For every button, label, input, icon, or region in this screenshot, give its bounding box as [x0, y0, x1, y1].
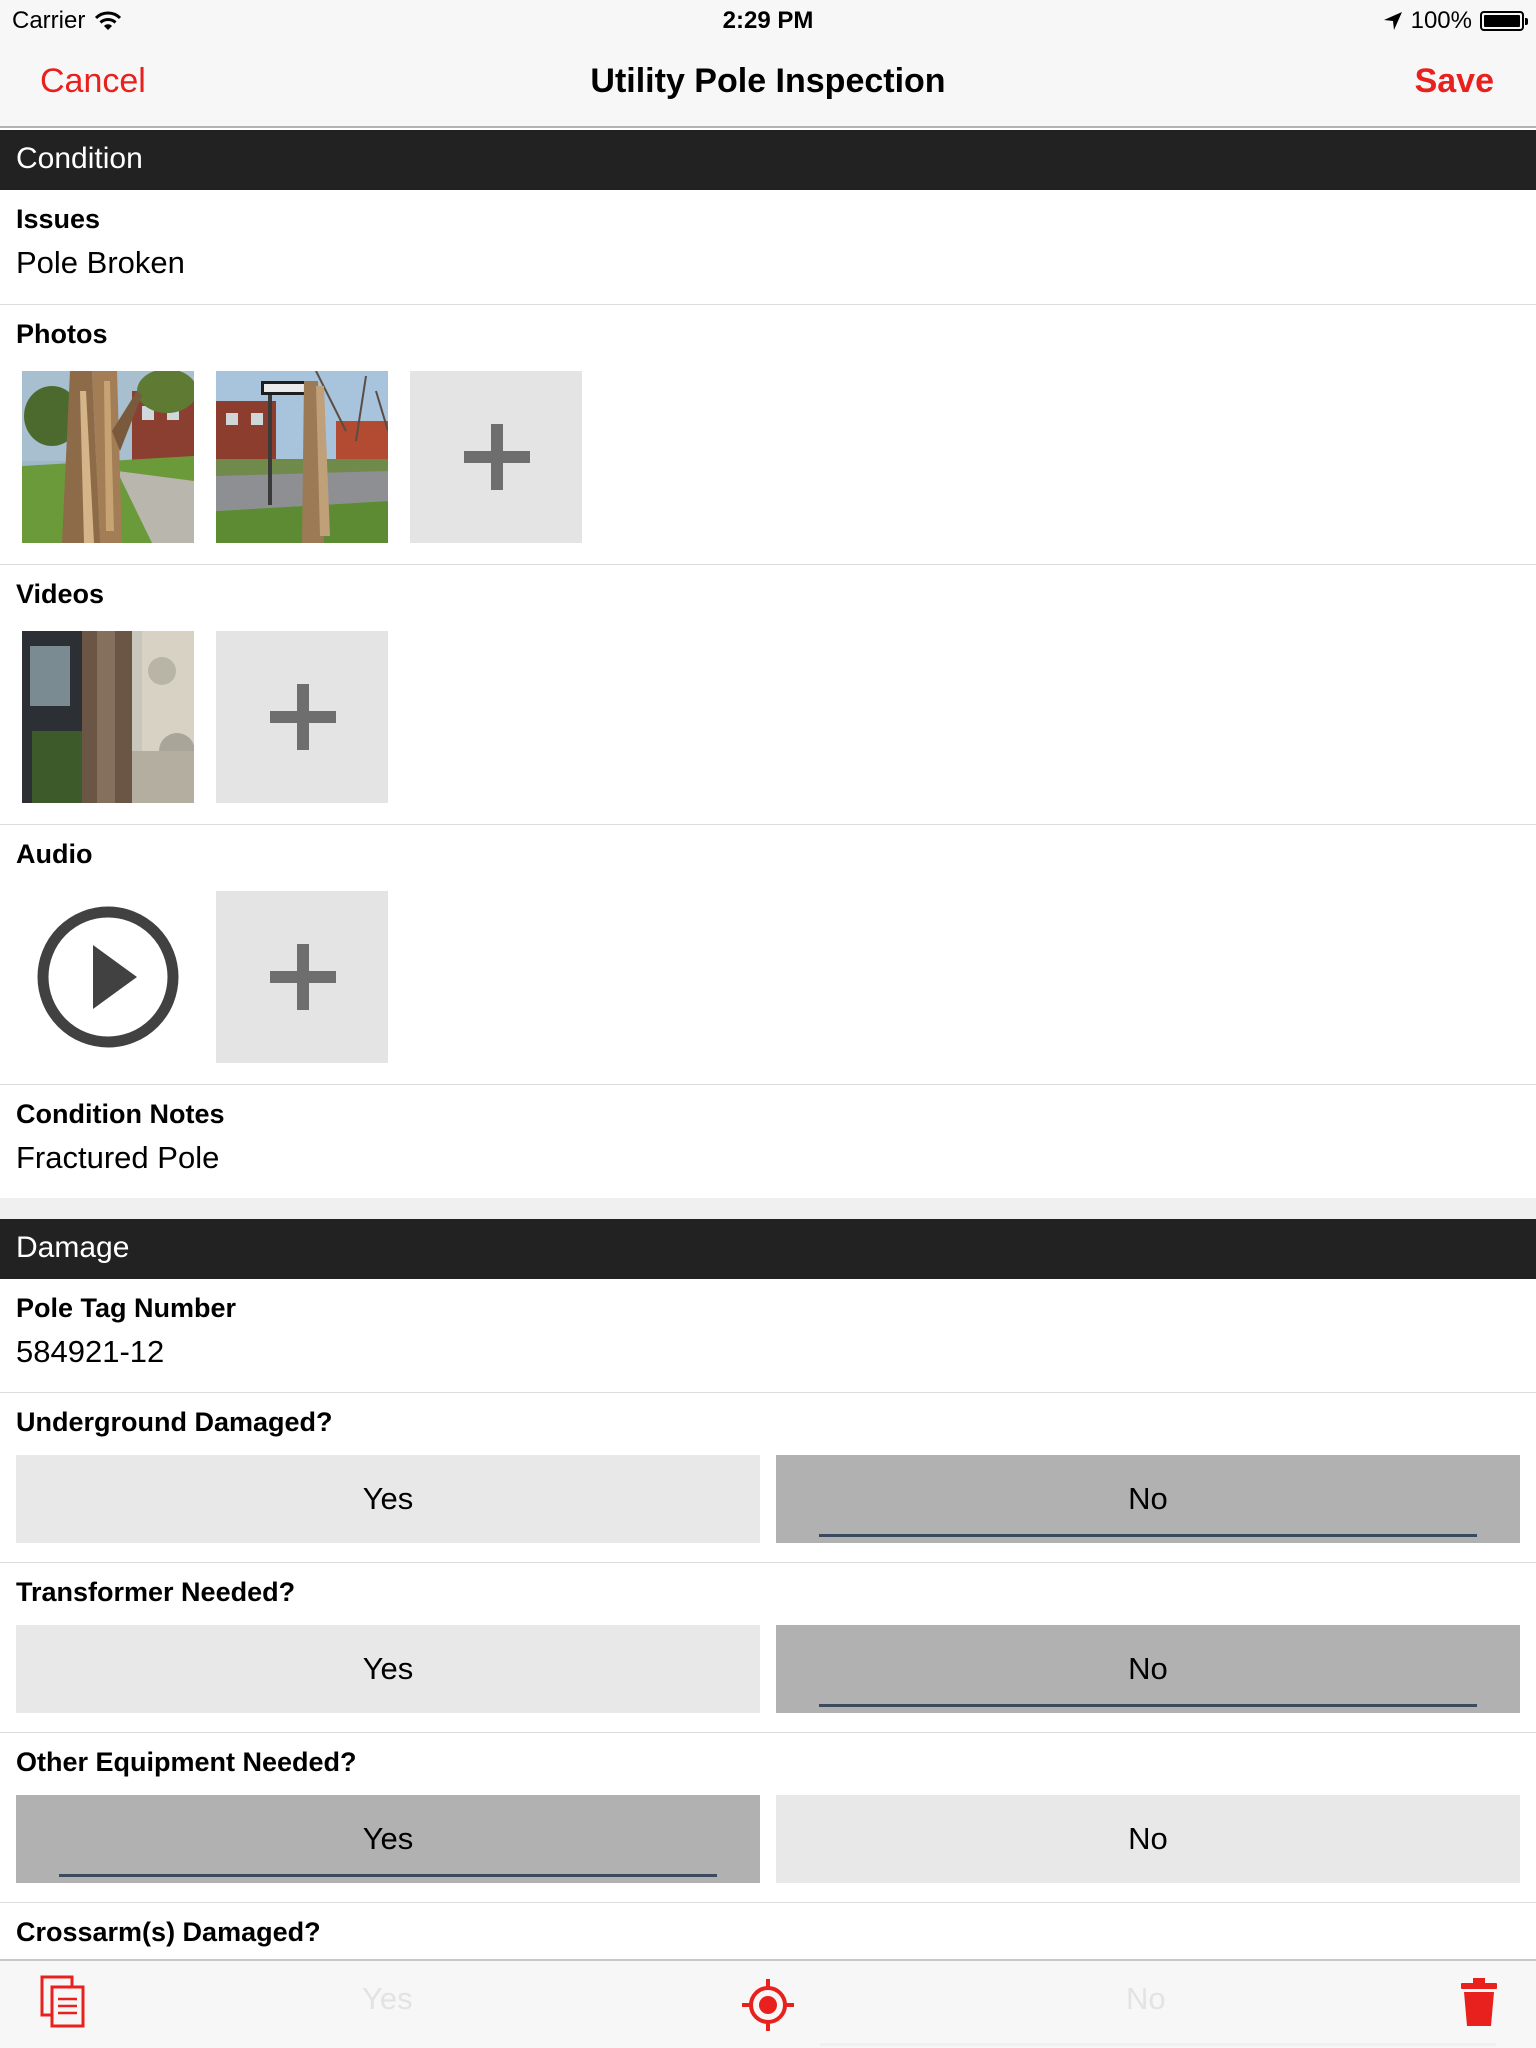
status-right: 100% [1383, 7, 1528, 35]
transformer-needed-field: Transformer Needed? Yes No [0, 1563, 1536, 1733]
section-header-damage: Damage [0, 1219, 1536, 1279]
section-divider [0, 1198, 1536, 1220]
locate-target-icon[interactable] [742, 1979, 794, 2031]
issues-value: Pole Broken [16, 245, 185, 280]
audio-label: Audio [16, 839, 93, 869]
option-label: No [1128, 1651, 1168, 1686]
videos-label: Videos [16, 579, 105, 609]
condition-notes-value: Fractured Pole [16, 1140, 220, 1175]
pole-tag-value: 584921-12 [16, 1334, 165, 1369]
condition-notes-field[interactable]: Condition Notes Fractured Pole [0, 1085, 1536, 1198]
bottom-toolbar: Yes No [0, 1959, 1536, 2048]
add-audio-button[interactable] [216, 891, 388, 1063]
no-option[interactable]: No [776, 1795, 1520, 1883]
status-bar: Carrier 2:29 PM 100% [0, 0, 1536, 42]
option-label: Yes [362, 1821, 414, 1856]
option-label: No [1128, 1821, 1168, 1856]
pole-tag-field[interactable]: Pole Tag Number 584921-12 [0, 1279, 1536, 1393]
photos-field: Photos [0, 305, 1536, 565]
copy-document-icon[interactable] [40, 1975, 86, 2029]
question-label: Transformer Needed? [16, 1577, 296, 1607]
audio-field: Audio [0, 825, 1536, 1085]
issues-label: Issues [16, 204, 101, 234]
photo-thumbnail[interactable] [216, 371, 388, 543]
selection-indicator [59, 1874, 717, 1877]
option-label: Yes [362, 1651, 414, 1686]
selection-indicator [819, 1534, 1477, 1537]
navigation-bar: Cancel Utility Pole Inspection Save [0, 42, 1536, 128]
question-label: Crossarm(s) Damaged? [16, 1917, 321, 1947]
yes-option-ghost: Yes [362, 1981, 413, 2016]
no-option-ghost: No [1126, 1981, 1166, 2016]
save-button[interactable]: Save [1415, 62, 1494, 101]
yes-option[interactable]: Yes [16, 1625, 760, 1713]
issues-field[interactable]: Issues Pole Broken [0, 190, 1536, 305]
condition-notes-label: Condition Notes [16, 1099, 225, 1129]
option-label: No [1128, 1481, 1168, 1516]
videos-field: Videos [0, 565, 1536, 825]
no-option[interactable]: No [776, 1455, 1520, 1543]
photo-thumbnail[interactable] [22, 371, 194, 543]
trash-icon[interactable] [1460, 1977, 1498, 2027]
battery-icon [1480, 11, 1528, 31]
status-time: 2:29 PM [722, 7, 814, 34]
photos-label: Photos [16, 319, 108, 349]
pole-tag-label: Pole Tag Number [16, 1293, 237, 1323]
question-label: Other Equipment Needed? [16, 1747, 357, 1777]
add-photo-button[interactable] [410, 371, 582, 543]
selection-indicator [819, 1704, 1477, 1707]
underground-damaged-field: Underground Damaged? Yes No [0, 1393, 1536, 1563]
option-label: Yes [362, 1481, 414, 1516]
play-audio-icon[interactable] [36, 905, 180, 1049]
video-thumbnail[interactable] [22, 631, 194, 803]
location-arrow-icon [1383, 12, 1402, 30]
no-option[interactable]: No [776, 1625, 1520, 1713]
yes-option[interactable]: Yes [16, 1795, 760, 1883]
section-header-condition: Condition [0, 130, 1536, 190]
add-video-button[interactable] [216, 631, 388, 803]
question-label: Underground Damaged? [16, 1407, 333, 1437]
battery-percent: 100% [1410, 7, 1472, 34]
page-title: Utility Pole Inspection [590, 62, 946, 100]
other-equipment-field: Other Equipment Needed? Yes No [0, 1733, 1536, 1903]
yes-option[interactable]: Yes [16, 1455, 760, 1543]
